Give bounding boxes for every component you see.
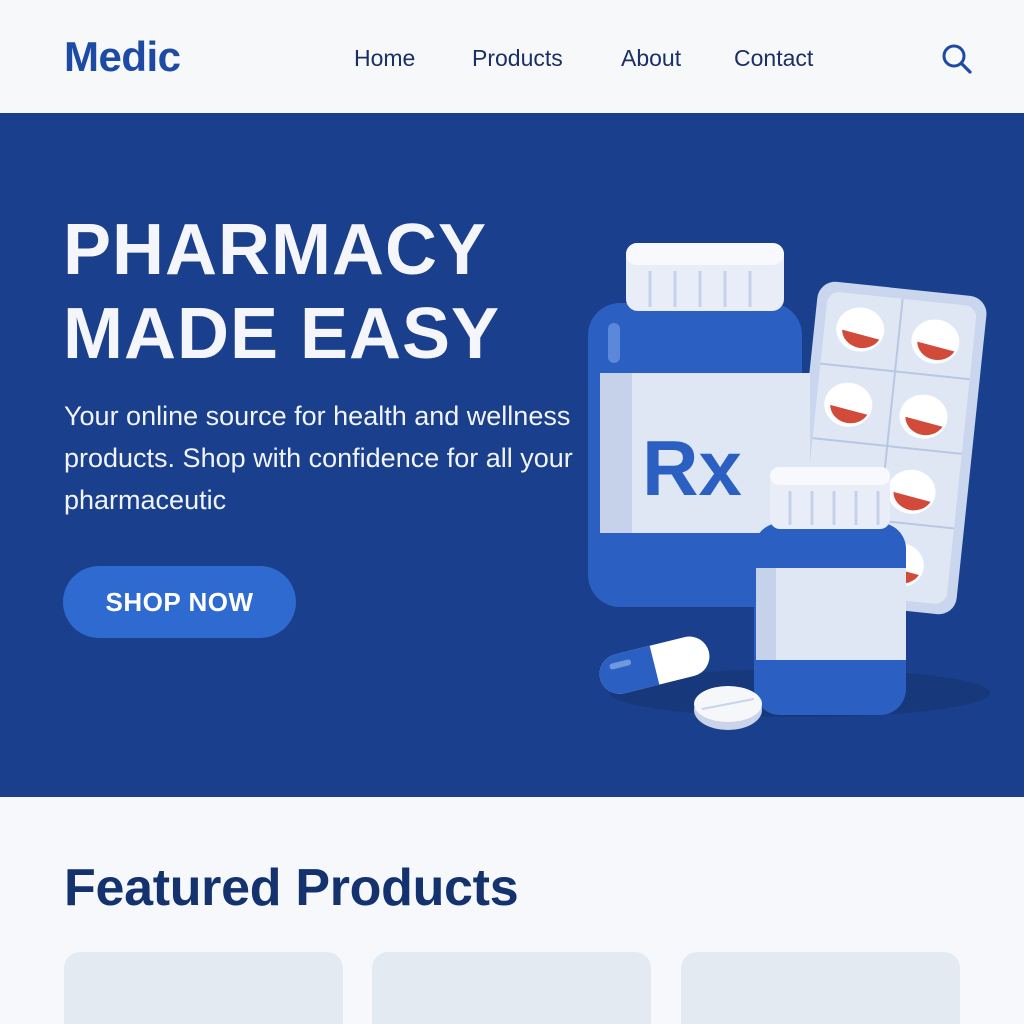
- hero-title-line-1: PHARMACY: [63, 210, 488, 290]
- featured-title: Featured Products: [64, 859, 519, 917]
- small-bottle-icon: [754, 467, 906, 715]
- nav-link-about[interactable]: About: [621, 45, 681, 72]
- nav-link-products[interactable]: Products: [472, 45, 563, 72]
- pharmacy-illustration: Rx: [588, 243, 990, 730]
- rx-label: Rx: [642, 424, 742, 512]
- site-header: Medic Home Products About Contact: [0, 0, 1024, 113]
- hero-description: Your online source for health and wellne…: [64, 401, 573, 515]
- shop-now-button[interactable]: SHOP NOW: [63, 566, 296, 638]
- product-card[interactable]: [372, 952, 651, 1024]
- hero-title-line-2: MADE EASY: [63, 294, 501, 374]
- product-card[interactable]: [681, 952, 960, 1024]
- tablet-icon: [694, 686, 762, 730]
- search-icon: [942, 44, 972, 74]
- hero-banner: PHARMACY MADE EASY Your online source fo…: [0, 113, 1024, 797]
- page: Medic Home Products About Contact PHARMA…: [0, 0, 1024, 1024]
- nav-link-contact[interactable]: Contact: [734, 45, 813, 72]
- search-button[interactable]: [940, 42, 974, 76]
- hero-title: PHARMACY MADE EASY: [63, 208, 500, 376]
- product-card[interactable]: [64, 952, 343, 1024]
- brand-logo[interactable]: Medic: [64, 33, 181, 81]
- nav-link-home[interactable]: Home: [354, 45, 415, 72]
